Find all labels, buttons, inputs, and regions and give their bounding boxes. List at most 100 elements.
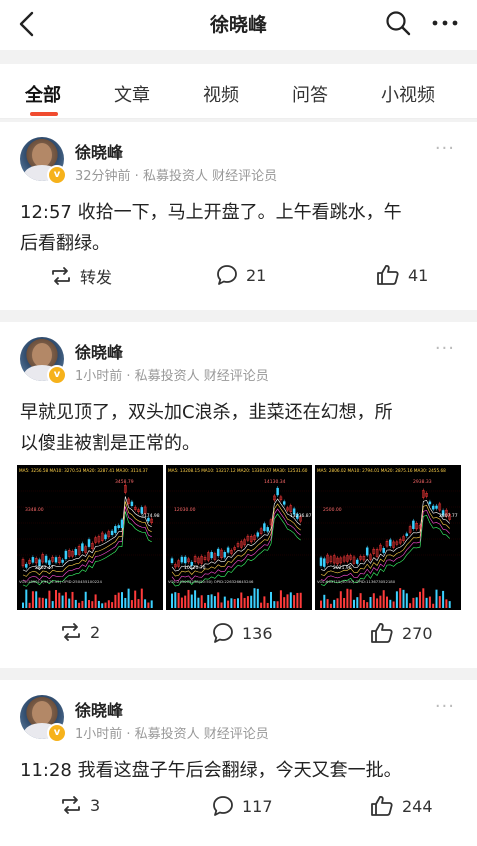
volume-bar xyxy=(419,591,421,608)
post-card[interactable]: v 徐晓峰 1小时前 · 私募投资人 财经评论员 ··· 11:28 我看这盘子… xyxy=(0,680,477,846)
volume-bar xyxy=(333,599,336,608)
chart-value-label: 2938.33 xyxy=(413,479,432,485)
volume-bar xyxy=(51,601,54,608)
volume-bar xyxy=(250,595,253,608)
chart-volume-label: VOL:663715(50:50) OPID:113673052180 xyxy=(317,579,396,584)
volume-bar xyxy=(243,597,246,608)
volume-bar xyxy=(372,593,375,608)
volume-bar xyxy=(55,590,57,608)
author-name[interactable]: 徐晓峰 xyxy=(75,697,123,721)
volume-bar xyxy=(210,594,213,608)
volume-bar xyxy=(97,600,100,608)
comment-button[interactable]: 117 xyxy=(212,795,273,817)
volume-bar xyxy=(346,588,349,608)
volume-bar xyxy=(230,598,233,608)
volume-bar xyxy=(286,594,289,608)
comment-button[interactable]: 136 xyxy=(212,622,273,644)
post-card[interactable]: v 徐晓峰 32分钟前 · 私募投资人 财经评论员 ··· 12:57 收拾一下… xyxy=(0,122,477,310)
candle xyxy=(114,526,117,533)
stock-chart-image-2[interactable]: MA5: 13208.15 MA10: 13217.12 MA20: 13303… xyxy=(166,465,312,610)
volume-bar xyxy=(260,602,263,608)
stock-chart-image-3[interactable]: MA5: 2806.02 MA10: 2794.01 MA20: 2875.16… xyxy=(315,465,461,610)
volume-bar xyxy=(190,594,193,608)
volume-bar xyxy=(326,599,329,608)
comment-button[interactable]: 21 xyxy=(216,264,266,286)
search-icon[interactable] xyxy=(385,10,411,36)
volume-bar xyxy=(64,592,67,608)
like-icon xyxy=(377,264,399,285)
tab-short-videos[interactable]: 小视频 xyxy=(381,81,435,107)
volume-bar xyxy=(28,602,31,608)
volume-bar xyxy=(107,600,110,608)
author-name[interactable]: 徐晓峰 xyxy=(75,139,123,163)
volume-bar xyxy=(263,596,266,608)
chart-ma-line xyxy=(320,505,450,576)
volume-bar xyxy=(409,603,412,608)
volume-bar xyxy=(296,592,299,608)
volume-bar xyxy=(213,596,216,608)
tab-all[interactable]: 全部 xyxy=(25,81,61,107)
post-text: 11:28 我看这盘子午后会翻绿，今天又套一批。 xyxy=(20,755,457,786)
candle xyxy=(38,559,41,567)
candle xyxy=(130,501,134,506)
volume-bar xyxy=(84,591,87,608)
candle xyxy=(226,547,230,553)
post-card[interactable]: v 徐晓峰 1小时前 · 私募投资人 财经评论员 ··· 早就见顶了，双头加C浪… xyxy=(0,322,477,668)
volume-bar xyxy=(359,593,362,608)
volume-bar xyxy=(204,602,206,608)
tab-qa[interactable]: 问答 xyxy=(292,81,328,107)
volume-bar xyxy=(448,601,451,608)
volume-bar xyxy=(177,592,180,608)
verified-badge-icon: v xyxy=(47,165,67,185)
volume-bar xyxy=(127,588,130,608)
comment-icon xyxy=(213,623,233,643)
candle xyxy=(412,520,415,529)
tab-videos[interactable]: 视频 xyxy=(203,81,239,107)
like-button[interactable]: 244 xyxy=(370,795,433,817)
candle xyxy=(323,558,326,567)
candle xyxy=(276,487,279,496)
post-text-line: 11:28 我看这盘子午后会翻绿，今天又套一批。 xyxy=(20,760,402,781)
more-icon[interactable] xyxy=(430,10,460,36)
post-more-icon[interactable]: ··· xyxy=(435,696,455,717)
volume-bar xyxy=(336,598,339,608)
repost-icon xyxy=(62,796,80,814)
volume-bar xyxy=(283,597,286,608)
chart-volume-label: VOL:189017(9479.55) OPID:250455100224 xyxy=(19,579,102,584)
candle xyxy=(104,534,107,540)
candle xyxy=(183,556,187,564)
volume-bar xyxy=(392,601,395,608)
volume-bar xyxy=(432,603,435,608)
chart-ma-label: MA5: 2806.02 MA10: 2794.01 MA20: 2875.16… xyxy=(317,468,446,473)
candle xyxy=(389,539,392,547)
volume-bar xyxy=(35,591,38,608)
volume-bar xyxy=(134,590,137,608)
stock-chart-image-1[interactable]: MA5: 3256.58 MA10: 3270.53 MA20: 3287.41… xyxy=(17,465,163,610)
candle xyxy=(87,539,91,547)
post-actions: 3 117 244 xyxy=(0,795,477,825)
candle xyxy=(117,525,120,528)
volume-bar xyxy=(293,595,296,608)
tab-articles[interactable]: 文章 xyxy=(114,81,150,107)
like-button[interactable]: 41 xyxy=(376,264,428,286)
volume-bar xyxy=(81,600,84,608)
like-button[interactable]: 270 xyxy=(370,622,433,644)
volume-bar xyxy=(270,591,272,608)
repost-icon xyxy=(62,623,80,641)
author-name[interactable]: 徐晓峰 xyxy=(75,339,123,363)
chart-value-label: 13236.87 xyxy=(290,513,312,519)
post-text-line: 以傻韭被割是正常的。 xyxy=(20,433,200,454)
repost-button[interactable]: 3 xyxy=(60,795,100,815)
like-icon xyxy=(371,795,393,816)
repost-count: 3 xyxy=(90,795,101,815)
post-more-icon[interactable]: ··· xyxy=(435,338,455,359)
repost-button[interactable]: 2 xyxy=(60,622,100,642)
volume-bar xyxy=(194,590,197,608)
volume-bar xyxy=(184,595,187,608)
candle xyxy=(435,505,438,509)
repost-button[interactable]: 转发 xyxy=(50,264,112,288)
candle xyxy=(431,505,435,510)
volume-bar xyxy=(273,601,276,608)
post-more-icon[interactable]: ··· xyxy=(435,138,455,159)
volume-bar xyxy=(38,597,41,608)
